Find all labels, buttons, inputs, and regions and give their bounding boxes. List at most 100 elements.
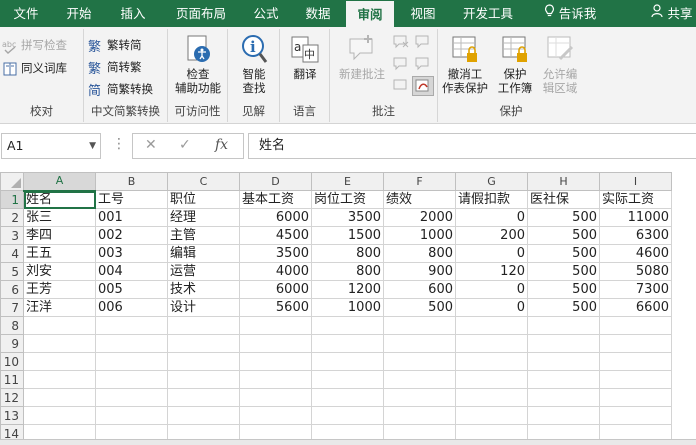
cell-g2[interactable]: 0 (455, 208, 528, 227)
cancel-icon[interactable]: ✕ (145, 137, 157, 153)
cell-f13[interactable] (383, 406, 456, 425)
cell-g12[interactable] (455, 388, 528, 407)
cell-c10[interactable] (167, 352, 240, 371)
show-comment-icon[interactable] (414, 55, 432, 73)
column-header-g[interactable]: G (455, 172, 528, 191)
cell-a9[interactable] (23, 334, 96, 353)
cell-e9[interactable] (311, 334, 384, 353)
cell-i4[interactable]: 4600 (599, 244, 672, 263)
row-header[interactable]: 1 (0, 190, 24, 209)
chevron-down-icon[interactable]: ▼ (89, 134, 96, 158)
cell-d1[interactable]: 基本工资 (239, 190, 312, 209)
cell-h10[interactable] (527, 352, 600, 371)
cell-g6[interactable]: 0 (455, 280, 528, 299)
cell-g11[interactable] (455, 370, 528, 389)
cell-a4[interactable]: 王五 (23, 244, 96, 263)
cell-e11[interactable] (311, 370, 384, 389)
cell-c2[interactable]: 经理 (167, 208, 240, 227)
cell-h5[interactable]: 500 (527, 262, 600, 281)
tab-formulas[interactable]: 公式 (244, 0, 288, 27)
cell-h9[interactable] (527, 334, 600, 353)
cell-c12[interactable] (167, 388, 240, 407)
cell-f8[interactable] (383, 316, 456, 335)
row-header[interactable]: 13 (0, 406, 24, 425)
cell-h2[interactable]: 500 (527, 208, 600, 227)
cell-e13[interactable] (311, 406, 384, 425)
cell-c5[interactable]: 运营 (167, 262, 240, 281)
cell-d10[interactable] (239, 352, 312, 371)
row-header[interactable]: 11 (0, 370, 24, 389)
cell-b3[interactable]: 002 (95, 226, 168, 245)
cell-c1[interactable]: 职位 (167, 190, 240, 209)
cell-h6[interactable]: 500 (527, 280, 600, 299)
cell-a3[interactable]: 李四 (23, 226, 96, 245)
cell-g1[interactable]: 请假扣款 (455, 190, 528, 209)
cell-a7[interactable]: 汪洋 (23, 298, 96, 317)
cell-i13[interactable] (599, 406, 672, 425)
cell-a13[interactable] (23, 406, 96, 425)
cell-a1[interactable]: 姓名 (23, 190, 96, 209)
next-comment-icon[interactable] (392, 55, 410, 73)
cell-d12[interactable] (239, 388, 312, 407)
cell-g5[interactable]: 120 (455, 262, 528, 281)
column-header-a[interactable]: A (23, 172, 96, 192)
cell-g7[interactable]: 0 (455, 298, 528, 317)
cell-h1[interactable]: 医社保 (527, 190, 600, 209)
column-header-c[interactable]: C (167, 172, 240, 191)
cell-d3[interactable]: 4500 (239, 226, 312, 245)
cell-b6[interactable]: 005 (95, 280, 168, 299)
cell-h11[interactable] (527, 370, 600, 389)
cell-i5[interactable]: 5080 (599, 262, 672, 281)
protect-workbook-button[interactable]: 保护 工作簿 (492, 33, 538, 95)
row-header[interactable]: 6 (0, 280, 24, 299)
column-header-h[interactable]: H (527, 172, 600, 191)
cell-i2[interactable]: 11000 (599, 208, 672, 227)
cell-e10[interactable] (311, 352, 384, 371)
row-header[interactable]: 10 (0, 352, 24, 371)
column-header-e[interactable]: E (311, 172, 384, 191)
cell-d11[interactable] (239, 370, 312, 389)
cell-b13[interactable] (95, 406, 168, 425)
cell-d5[interactable]: 4000 (239, 262, 312, 281)
check-accessibility-button[interactable]: 检查 辅助功能 (170, 33, 226, 95)
thesaurus-button[interactable]: 同义词库 (2, 58, 67, 78)
row-header[interactable]: 3 (0, 226, 24, 245)
name-box[interactable]: A1 ▼ (1, 133, 101, 159)
cell-c4[interactable]: 编辑 (167, 244, 240, 263)
cell-g3[interactable]: 200 (455, 226, 528, 245)
cell-i3[interactable]: 6300 (599, 226, 672, 245)
tab-review[interactable]: 审阅 (346, 1, 394, 28)
cell-i12[interactable] (599, 388, 672, 407)
tab-page-layout[interactable]: 页面布局 (166, 0, 236, 27)
cell-d8[interactable] (239, 316, 312, 335)
enter-icon[interactable]: ✓ (179, 137, 191, 153)
tell-me-search[interactable]: 告诉我 (534, 0, 606, 27)
new-comment-button[interactable]: 新建批注 (334, 33, 390, 81)
cell-g4[interactable]: 0 (455, 244, 528, 263)
row-header[interactable]: 12 (0, 388, 24, 407)
cell-c7[interactable]: 设计 (167, 298, 240, 317)
simplified-traditional-convert-button[interactable]: 简简繁转换 (88, 79, 153, 99)
cell-f12[interactable] (383, 388, 456, 407)
cell-h4[interactable]: 500 (527, 244, 600, 263)
cell-e5[interactable]: 800 (311, 262, 384, 281)
column-header-d[interactable]: D (239, 172, 312, 191)
cell-f4[interactable]: 800 (383, 244, 456, 263)
cell-h7[interactable]: 500 (527, 298, 600, 317)
cell-e4[interactable]: 800 (311, 244, 384, 263)
spell-check-button[interactable]: abc 拼写检查 (2, 35, 67, 55)
cell-c11[interactable] (167, 370, 240, 389)
cell-b2[interactable]: 001 (95, 208, 168, 227)
column-header-f[interactable]: F (383, 172, 456, 191)
cell-f7[interactable]: 500 (383, 298, 456, 317)
cell-c3[interactable]: 主管 (167, 226, 240, 245)
cell-i6[interactable]: 7300 (599, 280, 672, 299)
tab-view[interactable]: 视图 (400, 0, 446, 27)
cell-a6[interactable]: 王芳 (23, 280, 96, 299)
cell-a10[interactable] (23, 352, 96, 371)
cell-f9[interactable] (383, 334, 456, 353)
to-traditional-button[interactable]: 繁简转繁 (88, 57, 142, 77)
cell-f5[interactable]: 900 (383, 262, 456, 281)
cell-b1[interactable]: 工号 (95, 190, 168, 209)
cell-h12[interactable] (527, 388, 600, 407)
